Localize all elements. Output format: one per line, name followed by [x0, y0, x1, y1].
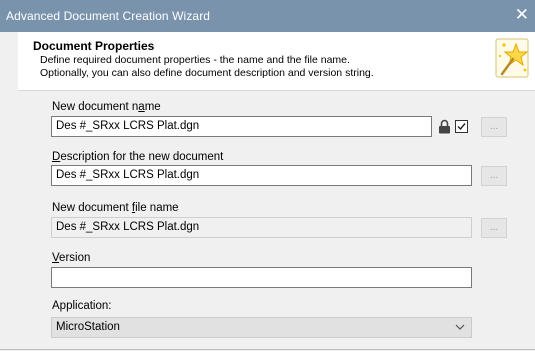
- application-label: Application:: [52, 300, 112, 312]
- application-select[interactable]: MicroStation: [51, 317, 472, 338]
- magic-wand-star-icon: [495, 38, 529, 78]
- description-input[interactable]: Des #_SRxx LCRS Plat.dgn: [51, 165, 472, 186]
- file-name-label: New document file name: [52, 202, 179, 214]
- name-lock-checkbox[interactable]: [455, 120, 468, 133]
- description-browse-button[interactable]: ...: [481, 166, 507, 186]
- version-label: Version: [52, 252, 91, 264]
- file-name-browse-button[interactable]: ...: [481, 218, 507, 238]
- window-title: Advanced Document Creation Wizard: [6, 9, 211, 23]
- wizard-header: Document Properties Define required docu…: [18, 32, 535, 90]
- header-title: Document Properties: [33, 39, 155, 53]
- name-label: New document name: [52, 101, 161, 113]
- document-name-input[interactable]: Des #_SRxx LCRS Plat.dgn: [51, 116, 432, 137]
- chevron-down-icon: [455, 324, 465, 330]
- header-description: Define required document properties - th…: [40, 54, 374, 79]
- file-name-input[interactable]: Des #_SRxx LCRS Plat.dgn: [51, 217, 472, 238]
- header-description-line-2: Optionally, you can also define document…: [40, 66, 374, 79]
- application-selected-value: MicroStation: [56, 321, 120, 333]
- description-label: Description for the new document: [52, 151, 224, 163]
- header-description-line-1: Define required document properties - th…: [40, 54, 350, 66]
- checkmark-icon: [457, 123, 466, 131]
- title-bar: Advanced Document Creation Wizard ✕: [0, 0, 535, 32]
- lock-icon[interactable]: [438, 119, 451, 134]
- name-browse-button[interactable]: ...: [481, 117, 507, 137]
- version-input[interactable]: [51, 267, 472, 288]
- close-icon[interactable]: ✕: [515, 6, 529, 23]
